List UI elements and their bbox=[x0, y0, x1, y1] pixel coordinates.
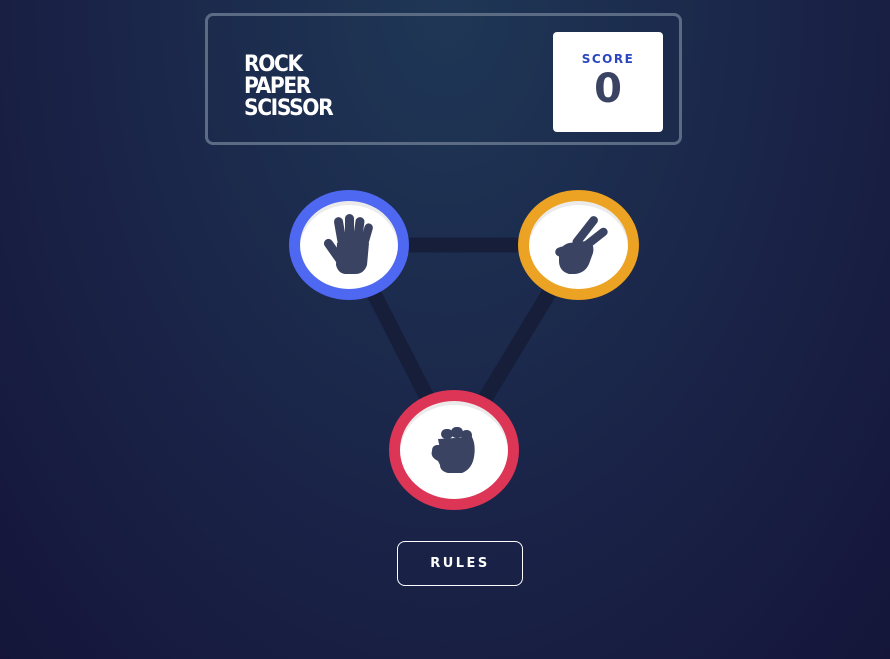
rules-button[interactable]: RULES bbox=[397, 541, 523, 586]
rock-fist-icon bbox=[431, 427, 475, 473]
scissors-choice-button[interactable] bbox=[518, 190, 639, 300]
paper-hand-icon bbox=[323, 214, 373, 274]
game-title: ROCK PAPER SCISSOR bbox=[244, 52, 334, 121]
scissors-hand-icon bbox=[555, 216, 608, 274]
score-label: SCORE bbox=[581, 52, 635, 66]
score-box: SCORE 0 bbox=[553, 32, 663, 132]
score-value: 0 bbox=[594, 66, 622, 112]
title-line-scissor: SCISSOR bbox=[244, 96, 334, 121]
paper-choice-button[interactable] bbox=[289, 190, 409, 300]
rock-choice-button[interactable] bbox=[389, 390, 519, 510]
title-line-rock: ROCK bbox=[244, 52, 303, 77]
game-header: ROCK PAPER SCISSOR SCORE 0 bbox=[205, 13, 682, 145]
title-line-paper: PAPER bbox=[244, 74, 311, 99]
